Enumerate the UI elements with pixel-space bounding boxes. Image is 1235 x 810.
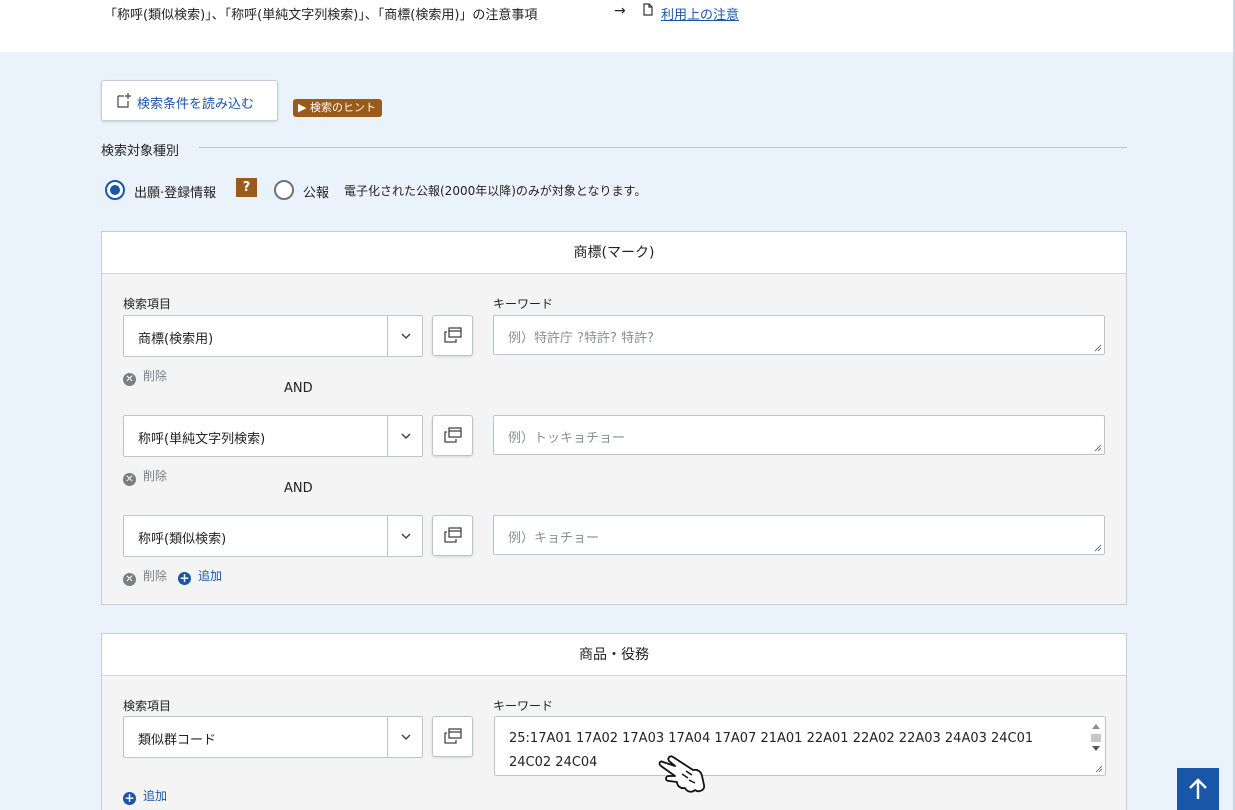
goods-keyword-textarea[interactable]: 25:17A01 17A02 17A03 17A04 17A07 21A01 2… bbox=[494, 716, 1106, 776]
scroll-up-icon[interactable] bbox=[1092, 724, 1100, 729]
radio-gazette[interactable] bbox=[274, 180, 294, 200]
document-icon bbox=[643, 3, 653, 16]
field-select-value: 類似群コード bbox=[138, 733, 217, 748]
keyword-label: キーワード bbox=[493, 699, 554, 713]
add-row-button[interactable]: + 追加 bbox=[178, 567, 222, 585]
field-select-3[interactable]: 称呼(類似検索) bbox=[123, 515, 423, 557]
copy-icon bbox=[444, 427, 462, 443]
close-icon: ✕ bbox=[123, 373, 136, 386]
back-to-top-button[interactable] bbox=[1177, 768, 1219, 810]
help-icon[interactable]: ? bbox=[236, 178, 257, 197]
arrow-up-icon bbox=[1189, 778, 1207, 799]
select-divider bbox=[387, 416, 388, 456]
field-select-value: 商標(検索用) bbox=[138, 332, 214, 347]
copy-row-button-2[interactable] bbox=[432, 415, 473, 456]
mark-panel-title: 商標(マーク) bbox=[102, 232, 1126, 274]
resize-grip-icon[interactable] bbox=[1094, 344, 1102, 352]
and-label: AND bbox=[284, 481, 313, 496]
delete-label: 削除 bbox=[143, 369, 168, 383]
resize-grip-icon[interactable] bbox=[1095, 765, 1103, 773]
radio-application-info-label: 出願·登録情報 bbox=[134, 186, 217, 201]
goods-panel-title: 商品・役務 bbox=[102, 634, 1126, 676]
notice-bar: 「称呼(類似検索)」、「称呼(単純文字列検索)」、「商標(検索用)」の注意事項 … bbox=[0, 0, 1233, 52]
chevron-down-icon bbox=[401, 533, 411, 540]
field-select-2[interactable]: 称呼(単純文字列検索) bbox=[123, 415, 423, 457]
load-conditions-button[interactable]: 検索条件を読み込む bbox=[101, 80, 278, 121]
resize-grip-icon[interactable] bbox=[1094, 444, 1102, 452]
field-select-value: 称呼(単純文字列検索) bbox=[138, 432, 266, 447]
select-divider bbox=[387, 316, 388, 356]
field-select-1[interactable]: 商標(検索用) bbox=[123, 315, 423, 357]
goods-keyword-value: 25:17A01 17A02 17A03 17A04 17A07 21A01 2… bbox=[509, 731, 1034, 770]
copy-row-button-goods[interactable] bbox=[432, 716, 473, 757]
keyword-placeholder: 例）キョチョー bbox=[508, 531, 600, 546]
keyword-placeholder: 例）トッキョチョー bbox=[508, 431, 626, 446]
goods-field-select[interactable]: 類似群コード bbox=[123, 716, 423, 758]
goods-services-panel: 商品・役務 検索項目 キーワード 類似群コード 25:17A01 17A02 1… bbox=[101, 633, 1127, 810]
keyword-input-1[interactable]: 例）特許庁 ?特許? 特許? bbox=[493, 315, 1105, 355]
copy-icon bbox=[444, 327, 462, 343]
select-divider bbox=[387, 516, 388, 556]
copy-row-button-1[interactable] bbox=[432, 315, 473, 356]
resize-grip-icon[interactable] bbox=[1094, 544, 1102, 552]
field-label: 検索項目 bbox=[123, 699, 172, 713]
chevron-down-icon bbox=[401, 433, 411, 440]
search-hint-badge[interactable]: ▶ 検索のヒント bbox=[293, 99, 382, 117]
radio-gazette-label: 公報 bbox=[303, 186, 330, 201]
radio-application-info[interactable] bbox=[105, 180, 125, 200]
target-type-label: 検索対象種別 bbox=[101, 144, 180, 159]
delete-row-button-3[interactable]: ✕ 削除 bbox=[123, 567, 167, 586]
scroll-down-icon[interactable] bbox=[1092, 746, 1100, 751]
notice-text: 「称呼(類似検索)」、「称呼(単純文字列検索)」、「商標(検索用)」の注意事項 bbox=[104, 8, 538, 23]
plus-icon: + bbox=[178, 571, 191, 585]
field-label: 検索項目 bbox=[123, 297, 172, 311]
and-label: AND bbox=[284, 381, 313, 396]
arrow-right-icon: → bbox=[614, 3, 626, 19]
keyword-placeholder: 例）特許庁 ?特許? 特許? bbox=[508, 331, 654, 346]
usage-notes-link[interactable]: 利用上の注意 bbox=[661, 4, 739, 23]
copy-icon bbox=[444, 728, 462, 744]
copy-row-button-3[interactable] bbox=[432, 515, 473, 556]
add-row-button-goods[interactable]: + 追加 bbox=[123, 787, 167, 805]
select-divider bbox=[387, 717, 388, 757]
section-divider bbox=[199, 147, 1127, 148]
pointer-hand-icon bbox=[658, 755, 705, 793]
scroll-thumb[interactable] bbox=[1091, 734, 1101, 742]
delete-row-button-1[interactable]: ✕ 削除 bbox=[123, 367, 167, 386]
keyword-input-3[interactable]: 例）キョチョー bbox=[493, 515, 1105, 555]
gazette-note: 電子化された公報(2000年以降)のみが対象となります。 bbox=[344, 184, 647, 198]
delete-row-button-2[interactable]: ✕ 削除 bbox=[123, 467, 167, 486]
field-select-value: 称呼(類似検索) bbox=[138, 532, 227, 547]
chevron-down-icon bbox=[401, 734, 411, 741]
add-label: 追加 bbox=[143, 789, 168, 803]
add-label: 追加 bbox=[198, 569, 223, 583]
load-conditions-label: 検索条件を読み込む bbox=[137, 97, 255, 112]
close-icon: ✕ bbox=[123, 473, 136, 486]
delete-label: 削除 bbox=[143, 469, 168, 483]
keyword-label: キーワード bbox=[493, 297, 554, 311]
delete-label: 削除 bbox=[143, 569, 168, 583]
plus-icon: + bbox=[123, 791, 136, 805]
close-icon: ✕ bbox=[123, 573, 136, 586]
file-add-icon bbox=[117, 93, 131, 108]
mark-panel: 商標(マーク) 検索項目 キーワード 商標(検索用) 例）特許庁 ?特許? 特許… bbox=[101, 231, 1127, 605]
copy-icon bbox=[444, 527, 462, 543]
chevron-down-icon bbox=[401, 333, 411, 340]
keyword-input-2[interactable]: 例）トッキョチョー bbox=[493, 415, 1105, 455]
